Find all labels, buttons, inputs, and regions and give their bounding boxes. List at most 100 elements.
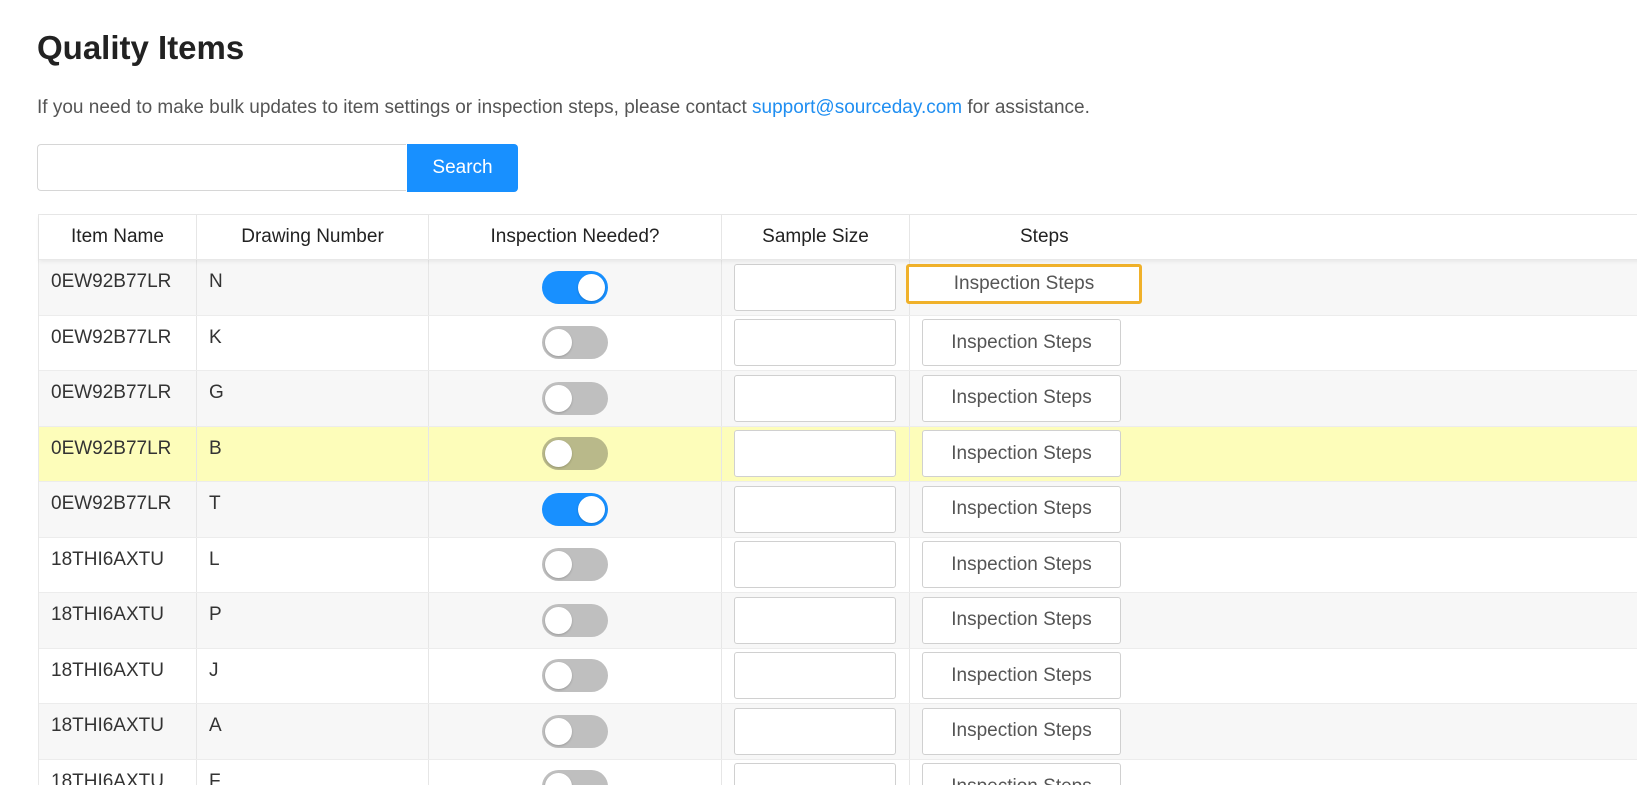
item-name-cell: 18THI6AXTU bbox=[39, 648, 197, 703]
inspection-steps-button[interactable]: Inspection Steps bbox=[922, 763, 1121, 785]
toggle-knob bbox=[578, 273, 605, 301]
item-name-cell: 18THI6AXTU bbox=[39, 593, 197, 648]
sample-size-input[interactable] bbox=[734, 374, 896, 422]
item-name-cell: 0EW92B77LR bbox=[39, 315, 197, 370]
table-header: Item Name Drawing Number Inspection Need… bbox=[39, 215, 1637, 260]
drawing-number-cell: T bbox=[197, 482, 429, 537]
page-title: Quality Items bbox=[37, 29, 245, 66]
inspection-needed-toggle[interactable] bbox=[542, 326, 608, 360]
sample-size-cell bbox=[722, 537, 910, 592]
drawing-number-cell: L bbox=[197, 537, 429, 592]
steps-cell: Inspection Steps bbox=[910, 316, 1637, 371]
drawing-number-cell: B bbox=[197, 426, 429, 481]
inspection-needed-cell bbox=[429, 759, 722, 785]
inspection-needed-toggle[interactable] bbox=[542, 492, 608, 526]
header-steps[interactable]: Steps bbox=[910, 215, 1637, 259]
inspection-needed-toggle[interactable] bbox=[542, 714, 608, 748]
drawing-number-cell: F bbox=[197, 759, 429, 785]
toggle-knob bbox=[545, 384, 572, 412]
inspection-needed-cell bbox=[429, 482, 722, 537]
inspection-needed-cell bbox=[429, 315, 722, 370]
search-input[interactable] bbox=[37, 144, 406, 191]
item-name-cell: 18THI6AXTU bbox=[39, 759, 197, 785]
sample-size-cell bbox=[722, 426, 910, 481]
inspection-needed-toggle[interactable] bbox=[542, 770, 608, 785]
inspection-steps-button[interactable]: Inspection Steps bbox=[922, 485, 1121, 533]
inspection-steps-button[interactable]: Inspection Steps bbox=[922, 596, 1121, 644]
steps-cell: Inspection Steps bbox=[906, 260, 1637, 315]
inspection-needed-toggle[interactable] bbox=[542, 437, 608, 471]
item-name-cell: 0EW92B77LR bbox=[39, 482, 197, 537]
table-row: 18THI6AXTU J Inspection Steps bbox=[39, 648, 1637, 704]
sample-size-input[interactable] bbox=[734, 763, 896, 785]
table-row: 18THI6AXTUF Inspection Steps bbox=[39, 759, 1637, 785]
item-name-cell: 0EW92B77LR bbox=[39, 260, 197, 315]
sample-size-input[interactable] bbox=[734, 652, 896, 700]
drawing-number-cell: N bbox=[197, 260, 429, 315]
drawing-number-cell: K bbox=[197, 315, 429, 370]
steps-cell: Inspection Steps bbox=[910, 704, 1637, 759]
toggle-knob bbox=[545, 329, 572, 357]
sample-size-cell bbox=[722, 759, 910, 785]
inspection-steps-button[interactable]: Inspection Steps bbox=[922, 541, 1121, 589]
drawing-number-cell: A bbox=[197, 704, 429, 759]
inspection-steps-button[interactable]: Inspection Steps bbox=[922, 319, 1121, 367]
toggle-knob bbox=[545, 551, 572, 579]
sample-size-input[interactable] bbox=[734, 707, 896, 755]
toggle-knob bbox=[545, 606, 572, 634]
toggle-knob bbox=[545, 440, 572, 468]
inspection-needed-cell bbox=[429, 426, 722, 481]
drawing-number-cell: G bbox=[197, 371, 429, 426]
sample-size-input[interactable] bbox=[734, 263, 896, 311]
table-row: 0EW92B77LR T Inspection Steps bbox=[39, 482, 1637, 538]
inspection-needed-toggle[interactable] bbox=[542, 659, 608, 693]
quality-items-table: Item Name Drawing Number Inspection Need… bbox=[38, 214, 1637, 785]
inspection-needed-toggle[interactable] bbox=[542, 270, 608, 304]
inspection-needed-toggle[interactable] bbox=[542, 603, 608, 637]
inspection-needed-toggle[interactable] bbox=[542, 381, 608, 415]
steps-cell: Inspection Steps bbox=[910, 593, 1637, 648]
inspection-steps-button[interactable]: Inspection Steps bbox=[922, 652, 1121, 700]
sample-size-cell bbox=[722, 648, 910, 703]
sample-size-input[interactable] bbox=[734, 430, 896, 478]
drawing-number-cell: J bbox=[197, 648, 429, 703]
table-row: 18THI6AXTU L Inspection Steps bbox=[39, 537, 1637, 593]
sample-size-input[interactable] bbox=[734, 541, 896, 589]
sample-size-input[interactable] bbox=[734, 319, 896, 367]
inspection-steps-button[interactable]: Inspection Steps bbox=[922, 707, 1121, 755]
sample-size-input[interactable] bbox=[734, 485, 896, 533]
sample-size-input[interactable] bbox=[734, 596, 896, 644]
drawing-number-cell: P bbox=[197, 593, 429, 648]
inspection-steps-button[interactable]: Inspection Steps bbox=[906, 264, 1142, 305]
support-email-link[interactable]: support@sourceday.com bbox=[752, 97, 962, 118]
info-suffix: for assistance. bbox=[962, 97, 1090, 118]
toggle-knob bbox=[578, 495, 605, 523]
steps-cell: Inspection Steps bbox=[910, 649, 1637, 704]
inspection-steps-button[interactable]: Inspection Steps bbox=[922, 430, 1121, 478]
header-item-name[interactable]: Item Name bbox=[39, 215, 197, 259]
sample-size-cell bbox=[722, 704, 910, 759]
table-body: 0EW92B77LR N Inspection Steps 0EW92B77LR K In… bbox=[39, 260, 1637, 785]
inspection-needed-cell bbox=[429, 260, 722, 315]
inspection-steps-button[interactable]: Inspection Steps bbox=[922, 374, 1121, 422]
item-name-cell: 18THI6AXTU bbox=[39, 537, 197, 592]
inspection-needed-cell bbox=[429, 371, 722, 426]
item-name-cell: 0EW92B77LR bbox=[39, 426, 197, 481]
inspection-needed-cell bbox=[429, 593, 722, 648]
table-row: 0EW92B77LR B Inspection Steps bbox=[39, 426, 1637, 482]
steps-cell: Inspection Steps bbox=[910, 760, 1637, 785]
search-button[interactable]: Search bbox=[407, 144, 518, 192]
quality-items-page: Quality Items If you need to make bulk u… bbox=[0, 0, 1637, 785]
header-inspection-needed[interactable]: Inspection Needed? bbox=[429, 215, 722, 259]
inspection-needed-cell bbox=[429, 704, 722, 759]
inspection-needed-toggle[interactable] bbox=[542, 548, 608, 582]
header-drawing-number[interactable]: Drawing Number bbox=[197, 215, 429, 259]
info-prefix: If you need to make bulk updates to item… bbox=[37, 97, 753, 118]
table-row: 0EW92B77LR G Inspection Steps bbox=[39, 371, 1637, 427]
inspection-needed-cell bbox=[429, 648, 722, 703]
inspection-needed-cell bbox=[429, 537, 722, 592]
info-text: If you need to make bulk updates to item… bbox=[37, 94, 1090, 122]
header-sample-size[interactable]: Sample Size bbox=[722, 215, 910, 259]
steps-cell: Inspection Steps bbox=[910, 427, 1637, 482]
table-row: 0EW92B77LR K Inspection Steps bbox=[39, 315, 1637, 371]
